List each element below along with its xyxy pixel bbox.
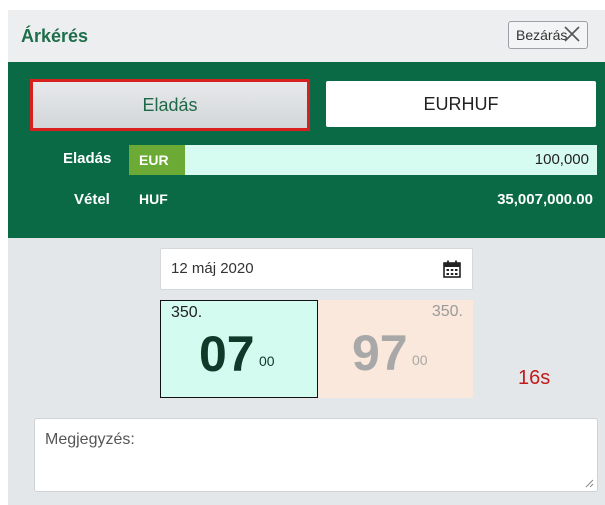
close-label: Bezárás: [516, 27, 568, 43]
side-toggle-button[interactable]: Eladás: [30, 79, 310, 131]
sell-price-big: 07: [199, 326, 255, 382]
close-icon: [564, 26, 580, 42]
sell-price-prefix: 350.: [171, 304, 203, 321]
close-button[interactable]: Bezárás: [508, 21, 588, 49]
buy-price-tile[interactable]: 350. 97 00: [318, 300, 473, 398]
dialog-title: Árkérés: [21, 26, 89, 46]
buy-amount: 35,007,000.00: [497, 191, 593, 208]
countdown-timer: 16s: [518, 367, 551, 389]
buy-currency: HUF: [139, 191, 168, 207]
currency-pair-button[interactable]: EURHUF: [326, 81, 596, 127]
sell-row-label: Eladás: [63, 150, 112, 167]
value-date-text: 12 máj 2020: [171, 260, 254, 277]
sell-amount-input[interactable]: 100,000: [185, 145, 597, 175]
note-placeholder: Megjegyzés:: [45, 431, 135, 448]
buy-price-prefix: 350.: [431, 303, 463, 320]
calendar-icon[interactable]: [442, 259, 462, 279]
sell-price-pip: 00: [259, 353, 275, 369]
sell-currency-badge: EUR: [129, 145, 185, 175]
resize-handle-icon[interactable]: [584, 478, 594, 488]
dialog-header: Árkérés Bezárás: [8, 10, 605, 62]
value-date-input[interactable]: 12 máj 2020: [160, 248, 473, 290]
price-request-dialog: Árkérés Bezárás Eladás EURHUF Eladás EUR…: [8, 10, 605, 505]
buy-row-label: Vétel: [74, 191, 110, 208]
buy-price-pip: 00: [412, 352, 428, 368]
sell-price-tile[interactable]: 350. 07 00: [160, 300, 318, 398]
buy-price-big: 97: [352, 325, 408, 381]
note-textarea[interactable]: Megjegyzés:: [34, 418, 598, 492]
